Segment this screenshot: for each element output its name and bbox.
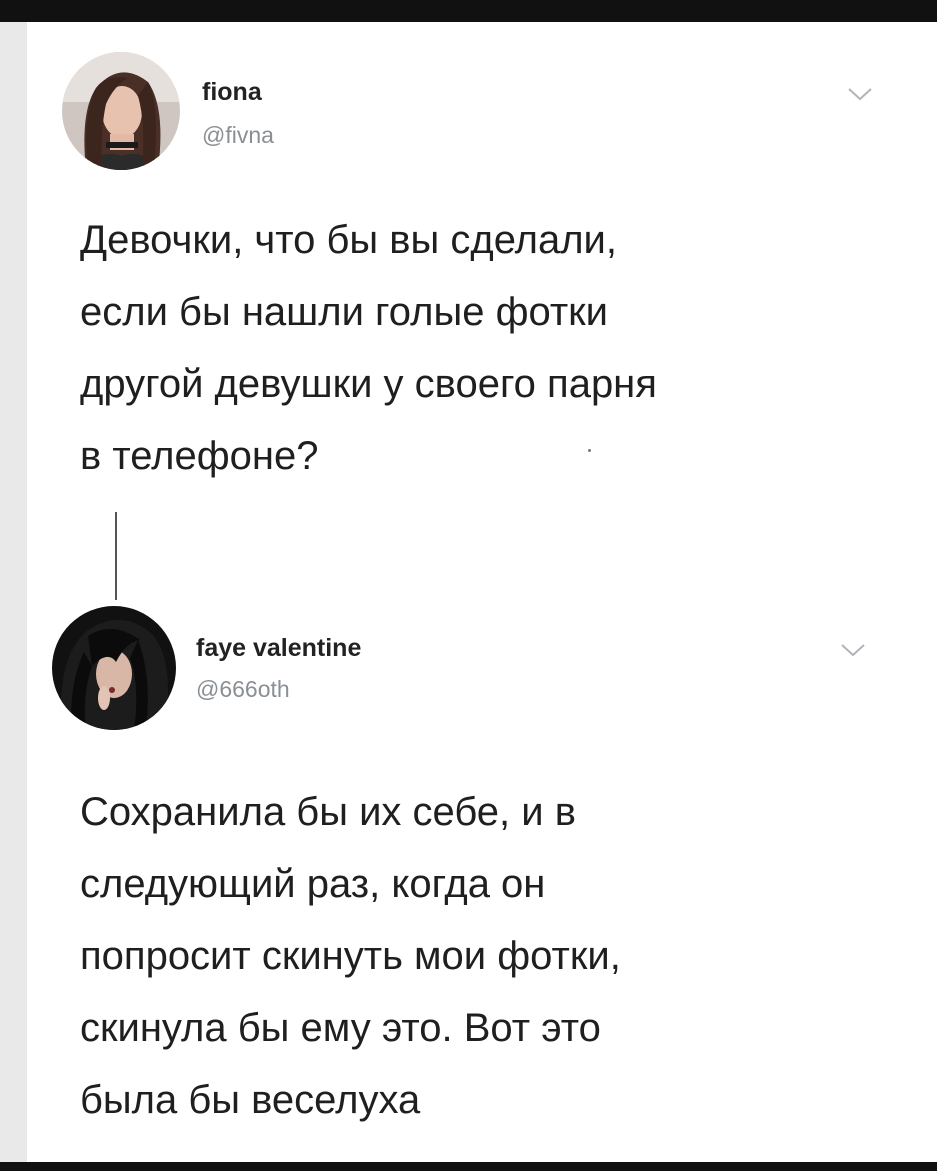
top-frame-bar (0, 0, 937, 22)
chevron-down-icon-glyph (848, 88, 872, 101)
chevron-down-icon[interactable] (845, 84, 875, 104)
avatar-photo-fiona (62, 52, 180, 170)
tweet-text-line: другой девушки у своего парня (80, 362, 657, 406)
tweet-text-line: попросит скинуть мои фотки, (80, 934, 621, 978)
avatar-faye-valentine[interactable] (52, 606, 176, 730)
chevron-down-icon-glyph (841, 644, 865, 657)
tweet-text-line: в телефоне? (80, 434, 319, 478)
thread-connector-line (115, 512, 117, 600)
user-handle[interactable]: @666oth (196, 676, 290, 703)
tweet-text: Сохранила бы их себе, и в следующий раз,… (80, 776, 621, 1136)
image-speck (588, 449, 591, 452)
avatar-fiona[interactable] (62, 52, 180, 170)
display-name[interactable]: fiona (202, 78, 262, 107)
tweet-text-line: была бы веселуха (80, 1078, 421, 1122)
tweet-text-line: если бы нашли голые фотки (80, 290, 609, 334)
bottom-frame-bar (0, 1162, 937, 1171)
tweet-text-line: следующий раз, когда он (80, 862, 546, 906)
display-name[interactable]: faye valentine (196, 634, 361, 663)
user-handle[interactable]: @fivna (202, 122, 274, 149)
avatar-photo-faye-valentine (52, 606, 176, 730)
tweet-text-line: Сохранила бы их себе, и в (80, 790, 576, 834)
left-frame-strip (0, 22, 27, 1162)
tweet-text: Девочки, что бы вы сделали, если бы нашл… (80, 204, 657, 492)
tweet-text-line: скинула бы ему это. Вот это (80, 1006, 601, 1050)
chevron-down-icon[interactable] (838, 640, 868, 660)
tweet-text-line: Девочки, что бы вы сделали, (80, 218, 618, 262)
